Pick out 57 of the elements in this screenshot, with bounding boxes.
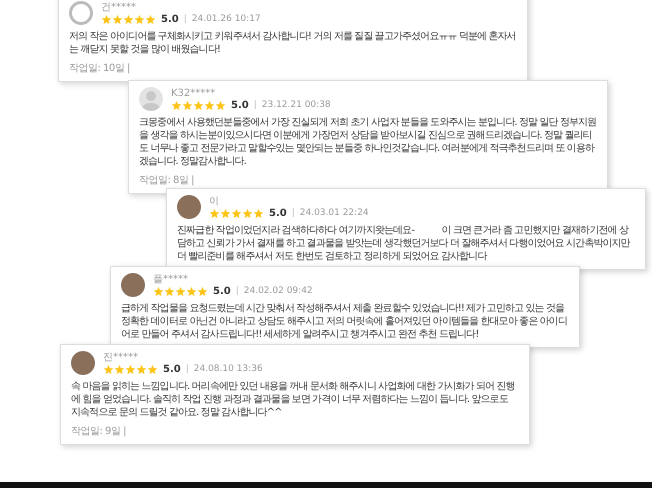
review-date: 23.12.21 00:38 — [262, 100, 331, 110]
separator: | — [254, 100, 257, 110]
review-date: 24.02.02 09:42 — [244, 286, 313, 296]
star-icon — [242, 208, 253, 218]
work-period: 작업일: 10일 | — [69, 62, 131, 75]
star-icon — [145, 14, 156, 24]
star-icon — [215, 100, 226, 110]
star-icon — [103, 364, 114, 374]
rating-score: 5.0 — [213, 286, 231, 296]
star-icon — [253, 208, 264, 218]
star-icon — [164, 286, 175, 296]
rating-score: 5.0 — [161, 14, 179, 24]
star-icon — [193, 100, 204, 110]
rating-score: 5.0 — [269, 208, 287, 218]
star-icon — [153, 286, 164, 296]
review-text: 속 마음을 읽히는 느낌입니다. 머리속에만 있던 내용을 꺼내 문서화 해주시니 사업화에 대한 가시화가 되어 진행에 힘을 얻었습니다. 솔직히 작업 진행 과정과 결과물을 보면 가격이 너무 저렴하다는 느낌이 듭니다. 앞으로도 지속적으로 문의 드릴것 같아요. 정말 감사합니다^^ — [71, 380, 516, 419]
work-period: 작업일: 8일 | — [139, 174, 195, 187]
star-icon — [101, 14, 112, 24]
separator: | — [184, 14, 187, 24]
separator: | — [236, 286, 239, 296]
star-icon — [231, 208, 242, 218]
star-icon — [125, 364, 136, 374]
photo-placeholder — [121, 273, 145, 297]
star-icon — [114, 364, 125, 374]
star-icon — [175, 286, 186, 296]
review-date: 24.08.10 13:36 — [194, 364, 263, 374]
rating-score: 5.0 — [163, 364, 181, 374]
reviewer-name: 건***** — [101, 2, 137, 12]
star-icon — [197, 286, 208, 296]
avatar-icon — [139, 87, 163, 111]
reviewer-name: K32***** — [171, 88, 216, 98]
review-text: 진짜급한 작업이었던지라 검색하다하다 여기까지왓는데요- 이 크면 큰거라 좀 고민했지만 결재하기전에 상담하고 신뢰가 가서 결재를 하고 결과물을 받앗는데 생각했던거보다 더 잘해주셔서 다행이었어요 시간촉박이지만 더 빨리준비를 해주셔서 저도 한번도 검토하고 정리하게 되었어요 감사합니다 — [177, 224, 632, 263]
review-text: 크몽중에서 사용했던분들중에서 가장 진실되게 저희 초기 사업자 분들을 도와주시는 분입니다. 정말 일단 정부지원을 생각을 하시는분이있으시다면 이분에게 가장먼저 상담을 받아보시길 진심으로 권해드리겠습니다. 정말 퀄리티도 너무나 좋고 전문가라고 말할수있는 몇안되는 분들중 하나인것같습니다. 여러분에게 적극추천드리며 또 이용하겠습니다. 정말감사합니다. — [139, 116, 597, 168]
review-date: 24.01.26 10:17 — [192, 14, 261, 24]
photo-placeholder — [177, 195, 201, 219]
photo-placeholder — [71, 351, 95, 375]
separator: | — [186, 364, 189, 374]
work-period: 작업일: 9일 | — [71, 425, 127, 438]
separator: | — [292, 208, 295, 218]
star-icon — [112, 14, 123, 24]
rating-score: 5.0 — [231, 100, 249, 110]
star-icon — [171, 100, 182, 110]
review-date: 24.03.01 22:24 — [300, 208, 369, 218]
star-icon — [134, 14, 145, 24]
star-icon — [209, 208, 220, 218]
star-icon — [186, 286, 197, 296]
star-icon — [136, 364, 147, 374]
star-icon — [204, 100, 215, 110]
review-text: 급하게 작업물을 요청드렸는데 시간 맞춰서 작성해주셔서 제출 완료할수 있었습니다!! 제가 고민하고 있는 것을 정확한 데이터로 아닌건 아니라고 상담도 해주시고 저의 머릿속에 흩어져있던 아이템들을 한대모아 좋은 아이디어로 만들어 주셔서 감사드립니다!! 세세하게 알려주시고 챙겨주시고 완전 추천 드립니다! — [121, 302, 568, 341]
reviewer-name: 플***** — [153, 274, 189, 284]
star-icon — [220, 208, 231, 218]
review-text: 저의 작은 아이디어를 구체화시키고 키워주셔서 감사합니다! 거의 저를 질질 끌고가주셨어요ㅠㅠ 덕분에 혼자서는 깨닫지 못할 것을 많이 배웠습니다! — [69, 30, 517, 56]
star-icon — [182, 100, 193, 110]
star-icon — [147, 364, 158, 374]
reviewer-name: 진***** — [103, 352, 139, 362]
reviewer-name: 이 — [209, 196, 220, 206]
star-icon — [123, 14, 134, 24]
